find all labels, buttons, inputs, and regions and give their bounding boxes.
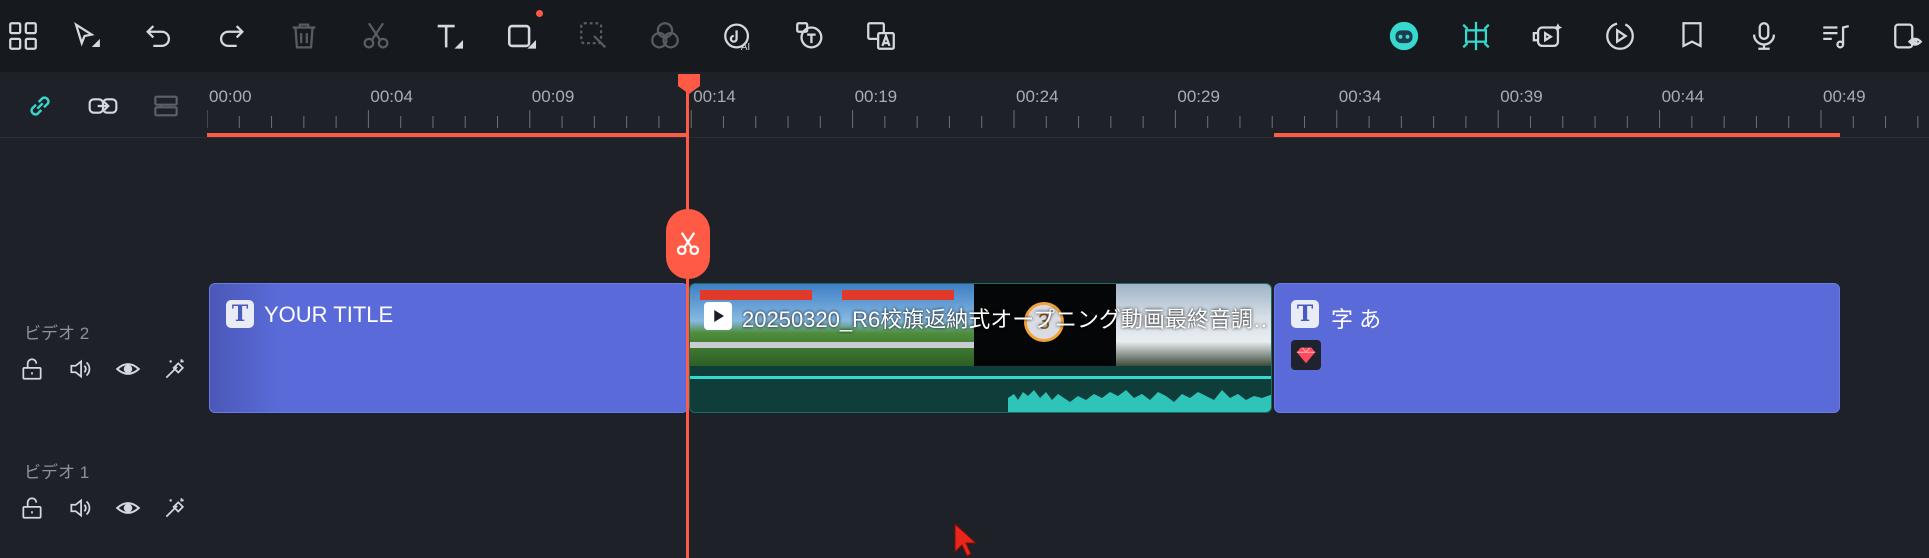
- marker-shield-icon[interactable]: [1670, 14, 1714, 58]
- speaker-icon[interactable]: [66, 494, 94, 522]
- ai-video-icon[interactable]: [1526, 14, 1570, 58]
- scissors-icon: [676, 232, 700, 256]
- microphone-icon[interactable]: [1742, 14, 1786, 58]
- ruler-tick-label: 00:49: [1823, 87, 1866, 106]
- track-label: ビデオ 1: [24, 463, 90, 482]
- preview-eye-icon[interactable]: [1886, 14, 1929, 58]
- apps-grid-icon[interactable]: [1, 14, 45, 58]
- eye-icon[interactable]: [114, 355, 142, 383]
- title-clip-2[interactable]: T 字 あ: [1274, 283, 1840, 413]
- blend-icon[interactable]: [643, 14, 687, 58]
- ruler-tick-label: 00:24: [1016, 87, 1059, 106]
- eye-icon[interactable]: [114, 494, 142, 522]
- volume-line: [690, 376, 1271, 379]
- playback-icon[interactable]: [1598, 14, 1642, 58]
- detach-icon[interactable]: [572, 14, 616, 58]
- svg-text:AI: AI: [741, 42, 750, 53]
- lock-icon[interactable]: [18, 494, 46, 522]
- play-icon: [704, 302, 732, 330]
- ruler-tick-label: 00:00: [209, 87, 252, 106]
- text-tool-icon[interactable]: [427, 14, 471, 58]
- music-list-icon[interactable]: [1814, 14, 1858, 58]
- playhead-handle[interactable]: [676, 72, 702, 96]
- audio-waveform: [1008, 390, 1271, 412]
- magic-wand-icon[interactable]: [161, 494, 189, 522]
- ruler-tick-label: 00:09: [531, 87, 575, 106]
- split-screen-icon[interactable]: [1454, 14, 1498, 58]
- ai-copilot-icon[interactable]: [1382, 14, 1426, 58]
- title-type-icon: T: [226, 300, 254, 328]
- ruler-tick-label: 00:04: [370, 87, 413, 106]
- notification-dot: [536, 10, 543, 17]
- premium-gem-icon: [1291, 340, 1321, 370]
- attach-icon[interactable]: [83, 88, 123, 124]
- link-icon[interactable]: [20, 88, 60, 124]
- title-clip-your-title[interactable]: T YOUR TITLE: [209, 283, 688, 413]
- ruler-tick-label: 00:34: [1338, 87, 1382, 106]
- scissors-cut-icon[interactable]: [354, 14, 398, 58]
- select-arrow-icon[interactable]: [64, 14, 108, 58]
- mouse-cursor-icon: [954, 522, 978, 557]
- ruler-tick-label: 00:19: [854, 87, 898, 106]
- magic-wand-icon[interactable]: [161, 355, 189, 383]
- time-ruler-row: 00:00 00:04 00:09 00:14 00:19 00:24 00:29 00:34…: [0, 72, 1929, 138]
- ruler-tick-label: 00:44: [1661, 87, 1705, 106]
- title-type-icon: T: [1291, 300, 1319, 328]
- clip-name: 字 あ: [1331, 307, 1382, 332]
- undo-icon[interactable]: [137, 14, 181, 58]
- translate-icon[interactable]: [859, 14, 903, 58]
- ruler-range-end: [1274, 133, 1840, 137]
- ruler-tick-label: 00:39: [1500, 87, 1543, 106]
- ruler-tick-label: 00:29: [1177, 87, 1220, 106]
- delete-icon[interactable]: [282, 14, 326, 58]
- clip-name: YOUR TITLE: [264, 302, 394, 327]
- clip-name: 20250320_R6校旗返納式オープニング動画最終音調…: [742, 307, 1268, 332]
- speech-to-text-icon[interactable]: [788, 14, 832, 58]
- crop-shape-icon[interactable]: [500, 10, 544, 58]
- ruler-range-start: [207, 133, 688, 137]
- ai-audio-icon[interactable]: AI: [716, 14, 760, 58]
- speaker-icon[interactable]: [66, 355, 94, 383]
- split-scissors-button[interactable]: [666, 209, 710, 279]
- timeline-toolbar: AI: [0, 0, 1929, 72]
- timeline-editor: AI 00:00 00:04 00:09 00:14 00:19 00:24 0…: [0, 0, 1929, 558]
- redo-icon[interactable]: [209, 14, 253, 58]
- track-label: ビデオ 2: [24, 324, 90, 343]
- audio-waveform-area: [690, 366, 1271, 412]
- video-clip[interactable]: 3 20250320_R6校旗返納式オープニング動画最終音調…: [689, 283, 1272, 413]
- playhead-line[interactable]: [686, 92, 689, 558]
- lock-icon[interactable]: [18, 355, 46, 383]
- group-icon[interactable]: [146, 88, 186, 124]
